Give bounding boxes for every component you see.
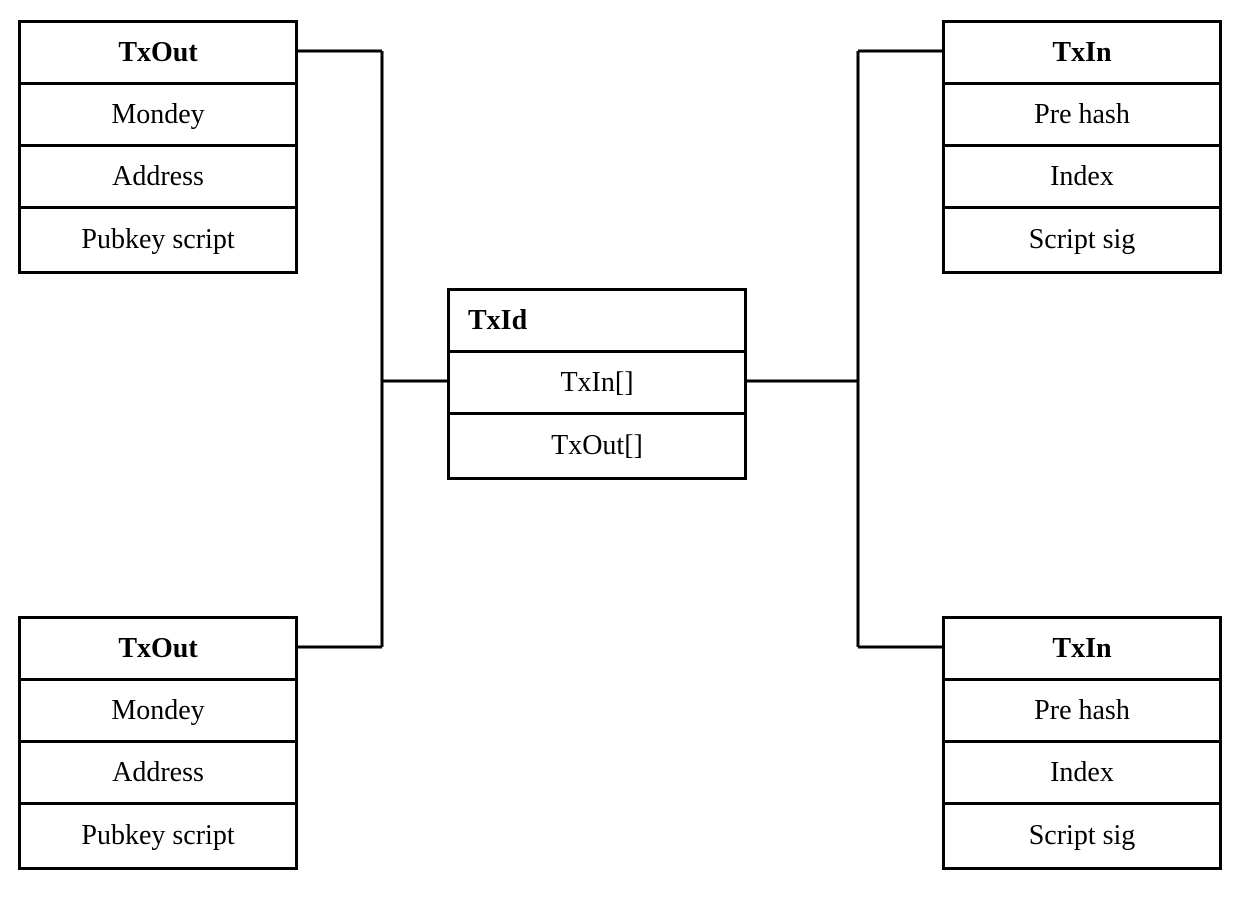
- txin-bottom-field-2: Script sig: [945, 805, 1219, 867]
- txout-top-field-2: Pubkey script: [21, 209, 295, 271]
- txin-top-box: TxIn Pre hash Index Script sig: [942, 20, 1222, 274]
- txin-top-title: TxIn: [945, 23, 1219, 85]
- txid-box: TxId TxIn[] TxOut[]: [447, 288, 747, 480]
- txin-top-field-2: Script sig: [945, 209, 1219, 271]
- txid-title: TxId: [450, 291, 744, 353]
- txid-field-1: TxOut[]: [450, 415, 744, 477]
- txin-top-field-0: Pre hash: [945, 85, 1219, 147]
- txout-bottom-title: TxOut: [21, 619, 295, 681]
- txin-bottom-field-1: Index: [945, 743, 1219, 805]
- txid-field-0: TxIn[]: [450, 353, 744, 415]
- txout-bottom-box: TxOut Mondey Address Pubkey script: [18, 616, 298, 870]
- txin-bottom-box: TxIn Pre hash Index Script sig: [942, 616, 1222, 870]
- txout-bottom-field-0: Mondey: [21, 681, 295, 743]
- txout-top-field-0: Mondey: [21, 85, 295, 147]
- txin-bottom-field-0: Pre hash: [945, 681, 1219, 743]
- txout-bottom-field-1: Address: [21, 743, 295, 805]
- txout-top-field-1: Address: [21, 147, 295, 209]
- txin-bottom-title: TxIn: [945, 619, 1219, 681]
- txout-bottom-field-2: Pubkey script: [21, 805, 295, 867]
- txout-top-box: TxOut Mondey Address Pubkey script: [18, 20, 298, 274]
- txout-top-title: TxOut: [21, 23, 295, 85]
- txin-top-field-1: Index: [945, 147, 1219, 209]
